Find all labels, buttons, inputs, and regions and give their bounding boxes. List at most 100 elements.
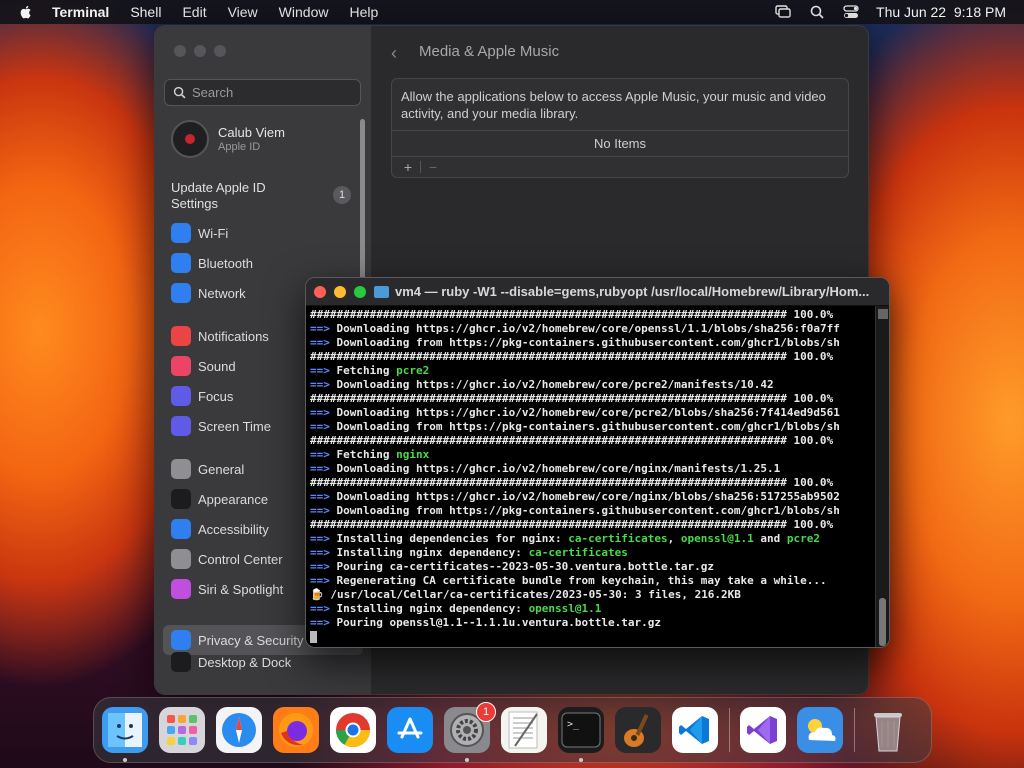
appearance-icon: [171, 489, 191, 509]
terminal-title: vm4 — ruby -W1 --disable=gems,rubyopt /u…: [374, 284, 884, 299]
terminal-line: ==> Downloading https://ghcr.io/v2/homeb…: [310, 406, 840, 419]
dock-weather-icon[interactable]: [797, 707, 843, 753]
minimize-button[interactable]: [334, 285, 346, 298]
terminal-output[interactable]: ########################################…: [310, 308, 876, 646]
terminal-titlebar[interactable]: vm4 — ruby -W1 --disable=gems,rubyopt /u…: [306, 278, 889, 306]
sidebar-item-accessibility[interactable]: Accessibility: [171, 518, 269, 540]
panel-description: Allow the applications below to access A…: [392, 79, 848, 131]
dock-safari-icon[interactable]: [216, 707, 262, 753]
terminal-title-text: vm4 — ruby -W1 --disable=gems,rubyopt /u…: [395, 284, 870, 299]
sidebar-item-screen-time[interactable]: Screen Time: [171, 415, 271, 437]
sidebar-item-network[interactable]: Network: [171, 282, 246, 304]
update-label: Update Apple ID Settings: [171, 180, 266, 211]
update-apple-id-settings[interactable]: Update Apple ID Settings 1: [171, 180, 351, 212]
text-cursor: [310, 631, 317, 643]
menu-help[interactable]: Help: [349, 4, 378, 20]
terminal-prompt[interactable]: [310, 630, 876, 644]
sidebar-item-control-center[interactable]: Control Center: [171, 548, 283, 570]
terminal-line: ==> Pouring ca-certificates--2023-05-30.…: [310, 560, 714, 573]
sidebar-item-notifications[interactable]: Notifications: [171, 325, 269, 347]
menu-shell[interactable]: Shell: [130, 4, 161, 20]
sidebar-item-focus[interactable]: Focus: [171, 385, 233, 407]
dock-separator: [854, 708, 855, 752]
search-field[interactable]: [164, 79, 361, 106]
minimize-button[interactable]: [194, 45, 206, 57]
sidebar-item-siri-spotlight[interactable]: Siri & Spotlight: [171, 578, 283, 600]
dock-terminal-icon[interactable]: >_: [558, 707, 604, 762]
media-access-panel: Allow the applications below to access A…: [391, 78, 849, 178]
menu-clock[interactable]: Thu Jun 22 9:18 PM: [876, 4, 1006, 20]
control-center-icon[interactable]: [842, 3, 860, 21]
add-button[interactable]: +: [398, 159, 418, 175]
sidebar-item-appearance[interactable]: Appearance: [171, 488, 268, 510]
scroll-thumb[interactable]: [879, 598, 886, 646]
finder-glyph: [108, 713, 142, 747]
gear-icon: [171, 459, 191, 479]
bluetooth-icon: [171, 253, 191, 273]
sidebar-item-sound[interactable]: Sound: [171, 355, 236, 377]
running-indicator: [579, 758, 583, 762]
dock-separator: [729, 708, 730, 752]
update-badge: 1: [333, 186, 351, 204]
close-button[interactable]: [174, 45, 186, 57]
sidebar-item-label: Network: [198, 285, 246, 301]
terminal-line: ==> Downloading https://ghcr.io/v2/homeb…: [310, 490, 840, 503]
firefox-glyph: [279, 713, 313, 747]
terminal-line: ########################################…: [310, 434, 834, 447]
siri-icon: [171, 579, 191, 599]
spotlight-search-icon[interactable]: [808, 3, 826, 21]
terminal-scrollbar[interactable]: [875, 306, 889, 647]
launchpad-glyph: [167, 715, 197, 745]
sidebar-item-bluetooth[interactable]: Bluetooth: [171, 252, 253, 274]
sidebar-item-label: General: [198, 461, 245, 477]
dock-vscode-icon[interactable]: [672, 707, 718, 753]
sidebar-item-wi-fi[interactable]: Wi-Fi: [171, 222, 228, 244]
menu-bar: Terminal Shell Edit View Window Help Thu…: [0, 0, 1024, 24]
dock-app-store-icon[interactable]: [387, 707, 433, 753]
search-icon: [173, 86, 186, 99]
moon-icon: [171, 386, 191, 406]
account-subtitle: Apple ID: [218, 141, 261, 153]
garageband-glyph: [624, 714, 649, 747]
remove-button[interactable]: −: [423, 159, 443, 175]
menu-app-name[interactable]: Terminal: [52, 4, 109, 20]
sidebar-item-general[interactable]: General: [171, 458, 244, 480]
zoom-button[interactable]: [214, 45, 226, 57]
zoom-button[interactable]: [354, 285, 366, 298]
terminal-line: ########################################…: [310, 518, 834, 531]
empty-list-label: No Items: [392, 131, 848, 157]
back-chevron-icon[interactable]: ‹: [391, 43, 397, 64]
dock-visual-studio-icon[interactable]: [740, 707, 786, 753]
dock-system-settings-icon[interactable]: 1: [444, 702, 496, 762]
sidebar-item-label: Sound: [198, 358, 236, 374]
apple-id-account[interactable]: Calub Viem Apple ID: [171, 120, 285, 158]
apple-logo-icon[interactable]: [18, 4, 34, 20]
terminal-line: ==> Installing dependencies for nginx: c…: [310, 532, 820, 545]
dock-trash-icon[interactable]: [865, 707, 911, 753]
terminal-line: ==> Fetching nginx: [310, 448, 430, 461]
terminal-line: 🍺 /usr/local/Cellar/ca-certificates/2023…: [310, 588, 741, 601]
menu-window[interactable]: Window: [279, 4, 329, 20]
sidebar-item-label: Appearance: [198, 491, 269, 507]
safari-glyph: [222, 713, 256, 747]
screen-mirroring-icon[interactable]: [774, 3, 792, 21]
sidebar-item-label: Siri & Spotlight: [198, 581, 284, 597]
close-button[interactable]: [314, 285, 326, 298]
dock-chrome-icon[interactable]: [330, 707, 376, 753]
terminal-line: ==> Fetching pcre2: [310, 364, 430, 377]
sidebar-item-desktop-dock[interactable]: Desktop & Dock: [171, 651, 291, 673]
running-indicator: [123, 758, 127, 762]
dock-textedit-icon[interactable]: [501, 707, 547, 753]
dock-firefox-icon[interactable]: [273, 707, 319, 753]
sidebar-item-label: Focus: [198, 388, 234, 404]
menu-view[interactable]: View: [228, 4, 258, 20]
dock-garageband-icon[interactable]: [615, 707, 661, 753]
terminal-line: ########################################…: [310, 308, 834, 321]
scroll-up-icon[interactable]: [877, 309, 888, 319]
divider: [420, 161, 421, 173]
dock-finder-icon[interactable]: [102, 707, 148, 762]
menu-edit[interactable]: Edit: [182, 4, 206, 20]
search-input[interactable]: [192, 85, 352, 100]
dock-launchpad-icon[interactable]: [159, 707, 205, 753]
terminal-line: ########################################…: [310, 350, 834, 363]
